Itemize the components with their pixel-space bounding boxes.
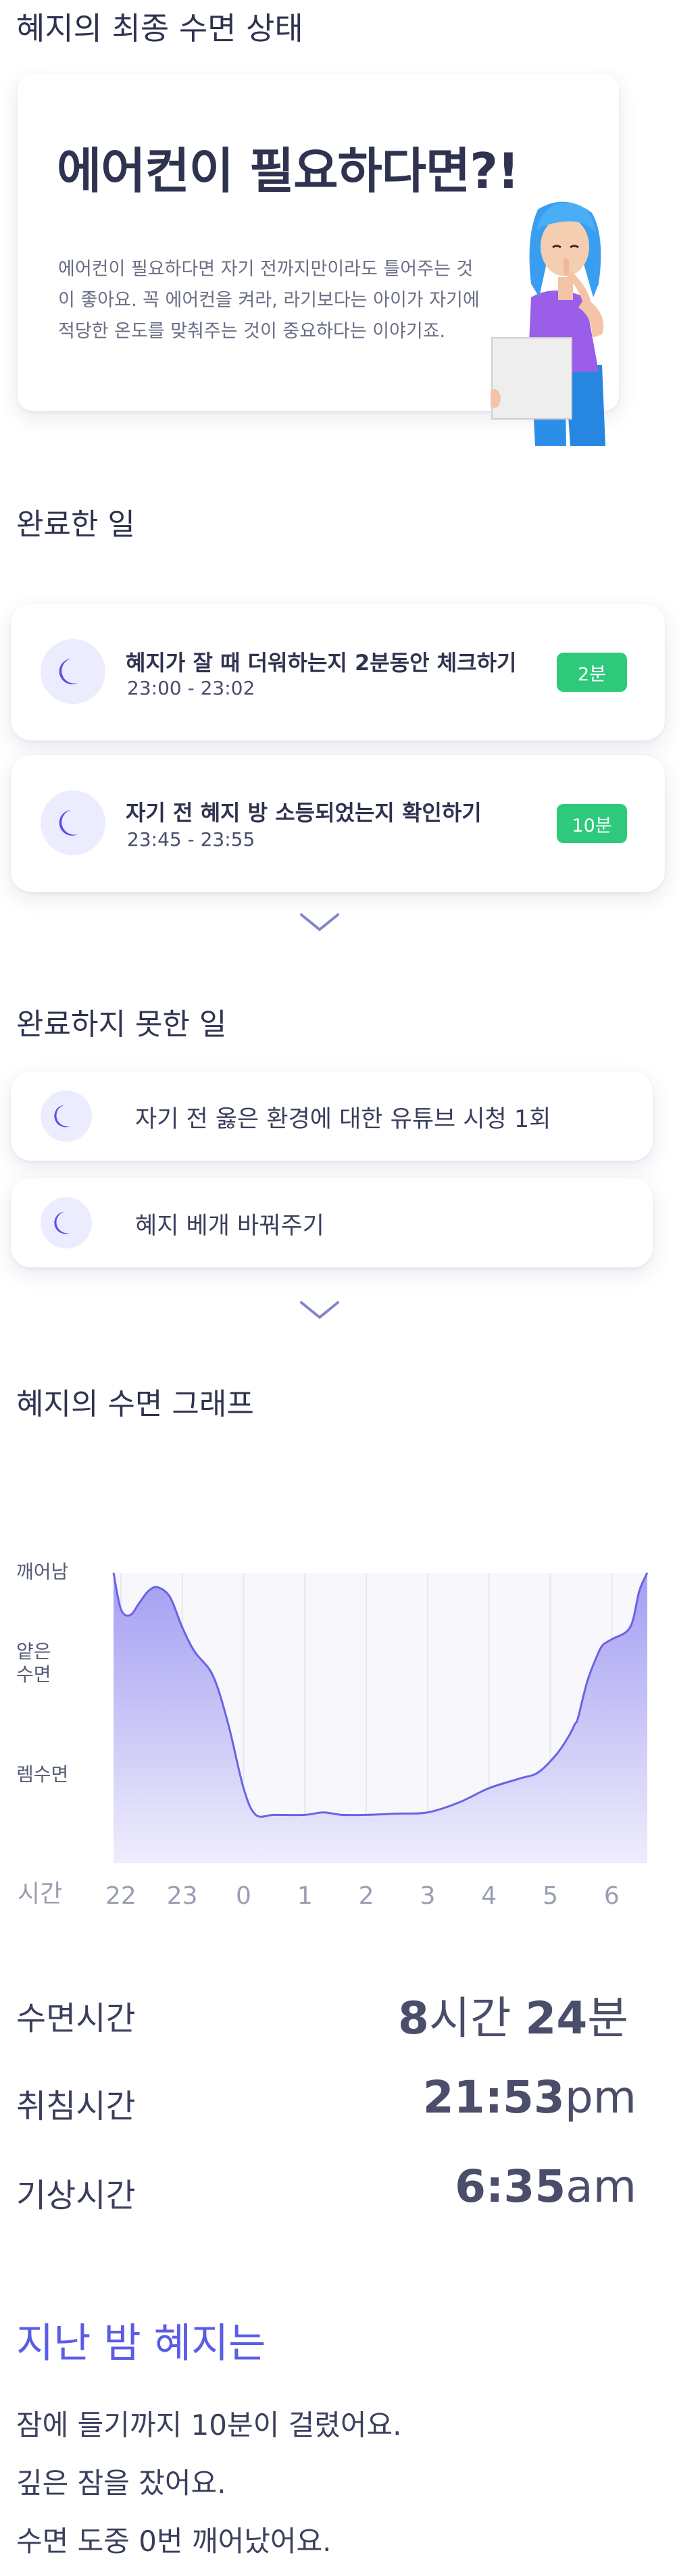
stat-unit: 시간 — [428, 1992, 526, 2044]
moon-icon — [59, 659, 78, 684]
stat-unit: am — [566, 2161, 636, 2213]
x-tick-label: 5 — [543, 1882, 558, 1910]
stat-value-bedtime: 21:53pm — [423, 2071, 636, 2123]
page-title: 혜지의 최종 수면 상태 — [16, 10, 303, 47]
stat-unit: 분 — [587, 1992, 628, 2044]
stat-label-bedtime: 취침시간 — [16, 2088, 136, 2125]
moon-icon — [54, 1211, 71, 1234]
moon-icon — [54, 1105, 71, 1128]
task-title: 자기 전 옳은 환경에 대한 유튜브 시청 1회 — [135, 1106, 551, 1133]
task-title: 자기 전 혜지 방 소등되었는지 확인하기 — [126, 800, 482, 826]
tip-card-title: 에어컨이 필요하다면?! — [57, 143, 520, 199]
duration-badge: 10분 — [557, 804, 627, 843]
task-time: 23:00 - 23:02 — [127, 677, 255, 699]
summary-line: 잠에 들기까지 10분이 걸렸어요. — [16, 2408, 402, 2442]
moon-icon — [59, 810, 78, 836]
girl-character-illustration — [491, 201, 605, 446]
task-title: 혜지 베개 바꿔주기 — [135, 1213, 324, 1240]
moon-icon-badge — [41, 1197, 92, 1248]
incomplete-task-card[interactable]: 자기 전 옳은 환경에 대한 유튜브 시청 1회 — [11, 1071, 653, 1161]
stat-value-wake-time: 6:35am — [455, 2161, 636, 2213]
moon-icon-badge — [41, 790, 105, 855]
tip-card-body-line: 에어컨이 필요하다면 자기 전까지만이라도 틀어주는 것 — [58, 259, 474, 280]
chevron-down-icon[interactable] — [299, 911, 341, 934]
summary-title: 지난 밤 혜지는 — [16, 2320, 266, 2367]
x-tick-label: 1 — [297, 1882, 313, 1910]
tip-card-body: 에어컨이 필요하다면 자기 전까지만이라도 틀어주는 것 이 좋아요. 꼭 에어… — [58, 254, 504, 347]
x-tick-label: 23 — [167, 1882, 198, 1910]
moon-icon-badge — [41, 639, 105, 704]
x-tick-label: 6 — [604, 1882, 620, 1910]
stat-number: 21:53 — [422, 2071, 565, 2123]
stat-value-sleep-duration: 8시간 24분 — [398, 1982, 628, 2047]
graph-section-title: 혜지의 수면 그래프 — [16, 1387, 254, 1421]
sleep-graph: 22 23 0 1 2 3 4 5 6 — [105, 1572, 649, 1910]
x-tick-label: 22 — [105, 1882, 136, 1910]
tip-card-body-line: 적당한 온도를 맞춰주는 것이 중요하다는 이야기죠. — [58, 321, 446, 342]
stat-number: 8 — [398, 1992, 429, 2044]
x-tick-label: 4 — [481, 1882, 497, 1910]
stat-unit: pm — [564, 2071, 636, 2123]
stat-number: 6:35 — [455, 2161, 566, 2213]
duration-badge: 2분 — [557, 653, 627, 692]
completed-task-card[interactable]: 자기 전 혜지 방 소등되었는지 확인하기 23:45 - 23:55 10분 — [11, 755, 665, 892]
task-title: 혜지가 잘 때 더워하는지 2분동안 체크하기 — [126, 650, 517, 676]
summary-line: 깊은 잠을 잤어요. — [16, 2467, 226, 2500]
x-tick-label: 3 — [420, 1882, 435, 1910]
x-tick-label: 0 — [236, 1882, 251, 1910]
completed-task-card[interactable]: 혜지가 잘 때 더워하는지 2분동안 체크하기 23:00 - 23:02 2분 — [11, 604, 665, 740]
summary-line: 수면 도중 0번 깨어났어요. — [16, 2525, 332, 2558]
incomplete-section-title: 완료하지 못한 일 — [16, 1007, 227, 1042]
completed-section-title: 완료한 일 — [16, 507, 135, 542]
moon-icon-badge — [41, 1090, 92, 1142]
x-tick-label: 2 — [359, 1882, 374, 1910]
stat-label-wake-time: 기상시간 — [16, 2177, 136, 2215]
stat-number: 24 — [525, 1992, 588, 2044]
incomplete-task-card[interactable]: 혜지 베개 바꿔주기 — [11, 1178, 653, 1267]
stat-label-sleep-duration: 수면시간 — [16, 2000, 136, 2038]
tip-card-body-line: 이 좋아요. 꼭 에어컨을 켜라, 라기보다는 아이가 자기에 — [58, 290, 480, 311]
chevron-down-icon[interactable] — [299, 1298, 341, 1321]
task-time: 23:45 - 23:55 — [127, 828, 255, 851]
